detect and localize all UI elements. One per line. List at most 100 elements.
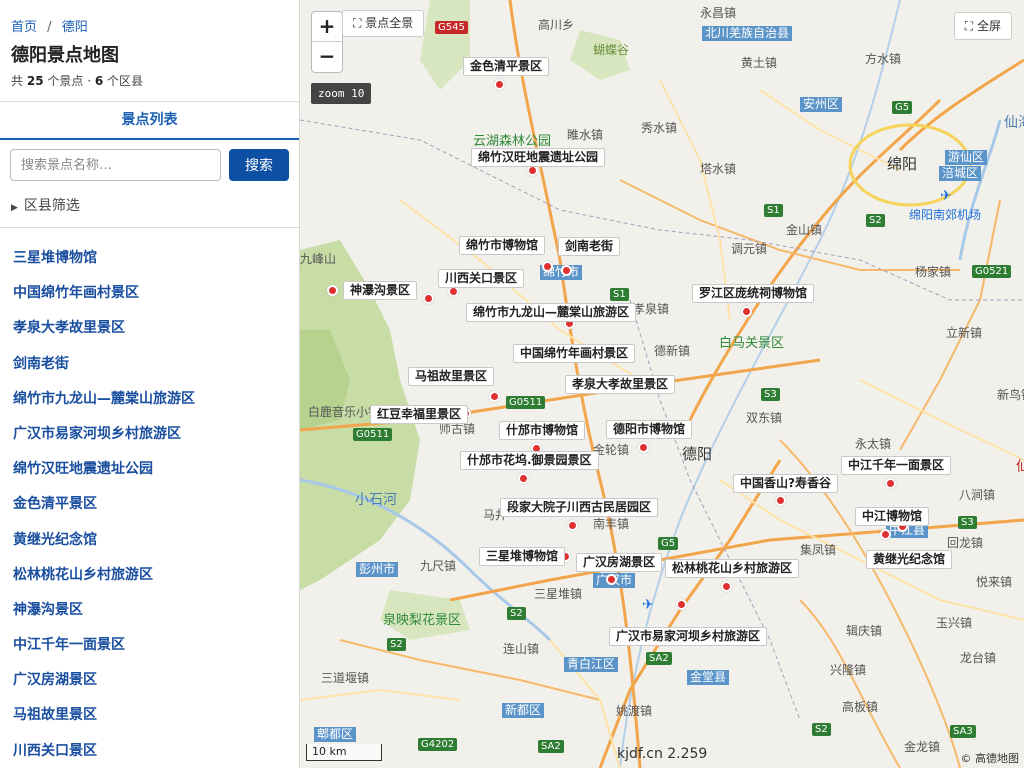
poi-label[interactable]: 广汉房湖景区 <box>576 553 663 572</box>
poi-label[interactable]: 广汉市易家河坝乡村旅游区 <box>609 627 768 646</box>
poi-marker[interactable] <box>638 442 649 453</box>
place-name: 白马关景区 <box>719 336 785 351</box>
poi-label[interactable]: 中国绵竹年画村景区 <box>513 344 636 363</box>
poi-marker[interactable] <box>676 599 687 610</box>
poi-label[interactable]: 松林桃花山乡村旅游区 <box>665 559 800 578</box>
spot-list-item[interactable]: 川西关口景区 <box>13 735 195 768</box>
place-name: 永太镇 <box>855 437 892 451</box>
place-name: 金山镇 <box>786 223 823 237</box>
highway-shield: S2 <box>387 638 406 651</box>
spot-list-item[interactable]: 绵竹汉旺地震遗址公园 <box>13 453 195 488</box>
triangle-right-icon: ▶ <box>11 203 18 213</box>
poi-marker[interactable] <box>880 529 891 540</box>
poi-label[interactable]: 绵竹市九龙山—麓棠山旅游区 <box>466 303 637 322</box>
full-view-button[interactable]: ⛶ 景点全景 <box>342 10 425 37</box>
spot-list-item[interactable]: 中国绵竹年画村景区 <box>13 277 195 312</box>
highway-shield: S3 <box>761 388 780 401</box>
place-name: 辑庆镇 <box>846 624 883 638</box>
place-name: 龙台镇 <box>960 651 997 665</box>
summary-prefix: 共 <box>11 74 24 88</box>
spot-list-item[interactable]: 马祖故里景区 <box>13 699 195 734</box>
spot-list-item[interactable]: 黄继光纪念馆 <box>13 524 195 559</box>
fullscreen-label: 全屏 <box>976 19 1001 33</box>
spot-list-item[interactable]: 三星堆博物馆 <box>13 242 195 277</box>
poi-marker[interactable] <box>423 293 434 304</box>
city-name: 绵阳 <box>887 155 918 173</box>
poi-label[interactable]: 段家大院子川西古民居园区 <box>500 498 659 517</box>
spot-list-item[interactable]: 剑南老街 <box>13 348 195 383</box>
poi-label[interactable]: 绵竹汉旺地震遗址公园 <box>471 148 606 167</box>
poi-marker[interactable] <box>721 581 732 592</box>
poi-label[interactable]: 中江博物馆 <box>855 507 930 526</box>
zoom-in-button[interactable]: + <box>312 12 342 42</box>
airplane-icon: ✈ <box>940 188 952 204</box>
poi-label[interactable]: 三星堆博物馆 <box>479 547 566 566</box>
poi-label[interactable]: 金色清平景区 <box>463 57 550 76</box>
sidebar: 首页 / 德阳 德阳景点地图 共 25 个景点 · 6 个区县 景点列表 搜索 … <box>0 0 300 768</box>
poi-marker[interactable] <box>567 520 578 531</box>
spot-list-item[interactable]: 孝泉大孝故里景区 <box>13 312 195 347</box>
poi-label[interactable]: 马祖故里景区 <box>408 367 495 386</box>
spot-list-item[interactable]: 中江千年一面景区 <box>13 629 195 664</box>
spot-list-item[interactable]: 广汉房湖景区 <box>13 664 195 699</box>
app: 首页 / 德阳 德阳景点地图 共 25 个景点 · 6 个区县 景点列表 搜索 … <box>0 0 1024 768</box>
full-view-label: 景点全景 <box>365 16 414 30</box>
place-name: 孝泉镇 <box>633 302 670 316</box>
district-filter-toggle[interactable]: ▶ 区县筛选 <box>11 195 80 215</box>
poi-label[interactable]: 川西关口景区 <box>438 269 525 288</box>
zoom-out-button[interactable]: − <box>312 42 342 72</box>
place-name: 云湖森林公园 <box>473 134 552 149</box>
spot-list-item[interactable]: 广汉市易家河坝乡村旅游区 <box>13 418 195 453</box>
place-name: 睢水镇 <box>567 128 604 142</box>
place-name: 金龙镇 <box>904 740 941 754</box>
poi-marker[interactable] <box>542 261 553 272</box>
poi-label[interactable]: 绵竹市博物馆 <box>459 236 546 255</box>
poi-label[interactable]: 中国香山?寿香谷 <box>733 474 838 493</box>
highway-shield: S2 <box>812 723 831 736</box>
poi-label[interactable]: 什邡市花坞.御景园景区 <box>460 451 599 470</box>
fullscreen-button[interactable]: ⛶ 全屏 <box>953 12 1012 40</box>
place-name: 小石河 <box>355 492 397 508</box>
spot-list-item[interactable]: 神瀑沟景区 <box>13 594 195 629</box>
place-name: 回龙镇 <box>947 536 984 550</box>
district-tag: 郫都区 <box>314 727 357 742</box>
poi-marker[interactable] <box>885 478 896 489</box>
highway-shield: SA2 <box>538 740 564 753</box>
place-name: 方水镇 <box>865 52 902 66</box>
poi-label[interactable]: 孝泉大孝故里景区 <box>565 375 676 394</box>
poi-marker[interactable] <box>606 574 617 585</box>
poi-marker[interactable] <box>518 473 529 484</box>
poi-label[interactable]: 中江千年一面景区 <box>841 456 952 475</box>
poi-marker[interactable] <box>561 265 572 276</box>
poi-label[interactable]: 德阳市博物馆 <box>606 420 693 439</box>
breadcrumb-current[interactable]: 德阳 <box>62 20 88 35</box>
place-name: 三道堰镇 <box>321 671 370 685</box>
summary: 共 25 个景点 · 6 个区县 <box>11 72 143 89</box>
poi-label[interactable]: 剑南老街 <box>558 237 621 256</box>
spot-list-item[interactable]: 金色清平景区 <box>13 488 195 523</box>
poi-marker[interactable] <box>494 79 505 90</box>
poi-marker[interactable] <box>775 495 786 506</box>
map[interactable]: 北川羌族自治县 安州区 游仙区 涪城区 广汉市 彭州市 中江县 青白江区 金堂县… <box>300 0 1024 768</box>
poi-marker[interactable] <box>489 391 500 402</box>
poi-marker[interactable] <box>327 285 338 296</box>
poi-marker[interactable] <box>741 306 752 317</box>
search-button[interactable]: 搜索 <box>229 149 289 181</box>
poi-label[interactable]: 什邡市博物馆 <box>499 421 586 440</box>
district-unit: 个区县 <box>107 74 144 88</box>
airport-label: 绵阳南郊机场 <box>909 208 982 222</box>
district-tag: 游仙区 <box>945 150 988 165</box>
poi-label[interactable]: 红豆幸福里景区 <box>370 405 469 424</box>
poi-label[interactable]: 罗江区庞统祠博物馆 <box>692 284 815 303</box>
tab-spot-list[interactable]: 景点列表 <box>0 102 299 140</box>
place-name: 永昌镇 <box>700 6 737 20</box>
poi-label[interactable]: 神瀑沟景区 <box>343 281 418 300</box>
spot-list-item[interactable]: 松林桃花山乡村旅游区 <box>13 559 195 594</box>
expand-icon: ⛶ <box>964 19 974 33</box>
spot-list-item[interactable]: 绵竹市九龙山—麓棠山旅游区 <box>13 383 195 418</box>
search-input[interactable] <box>10 149 221 181</box>
spot-unit: 个景点 · <box>47 74 92 88</box>
poi-label[interactable]: 黄继光纪念馆 <box>866 550 953 569</box>
breadcrumb-home[interactable]: 首页 <box>11 20 37 35</box>
highway-shield: G5 <box>658 537 679 550</box>
